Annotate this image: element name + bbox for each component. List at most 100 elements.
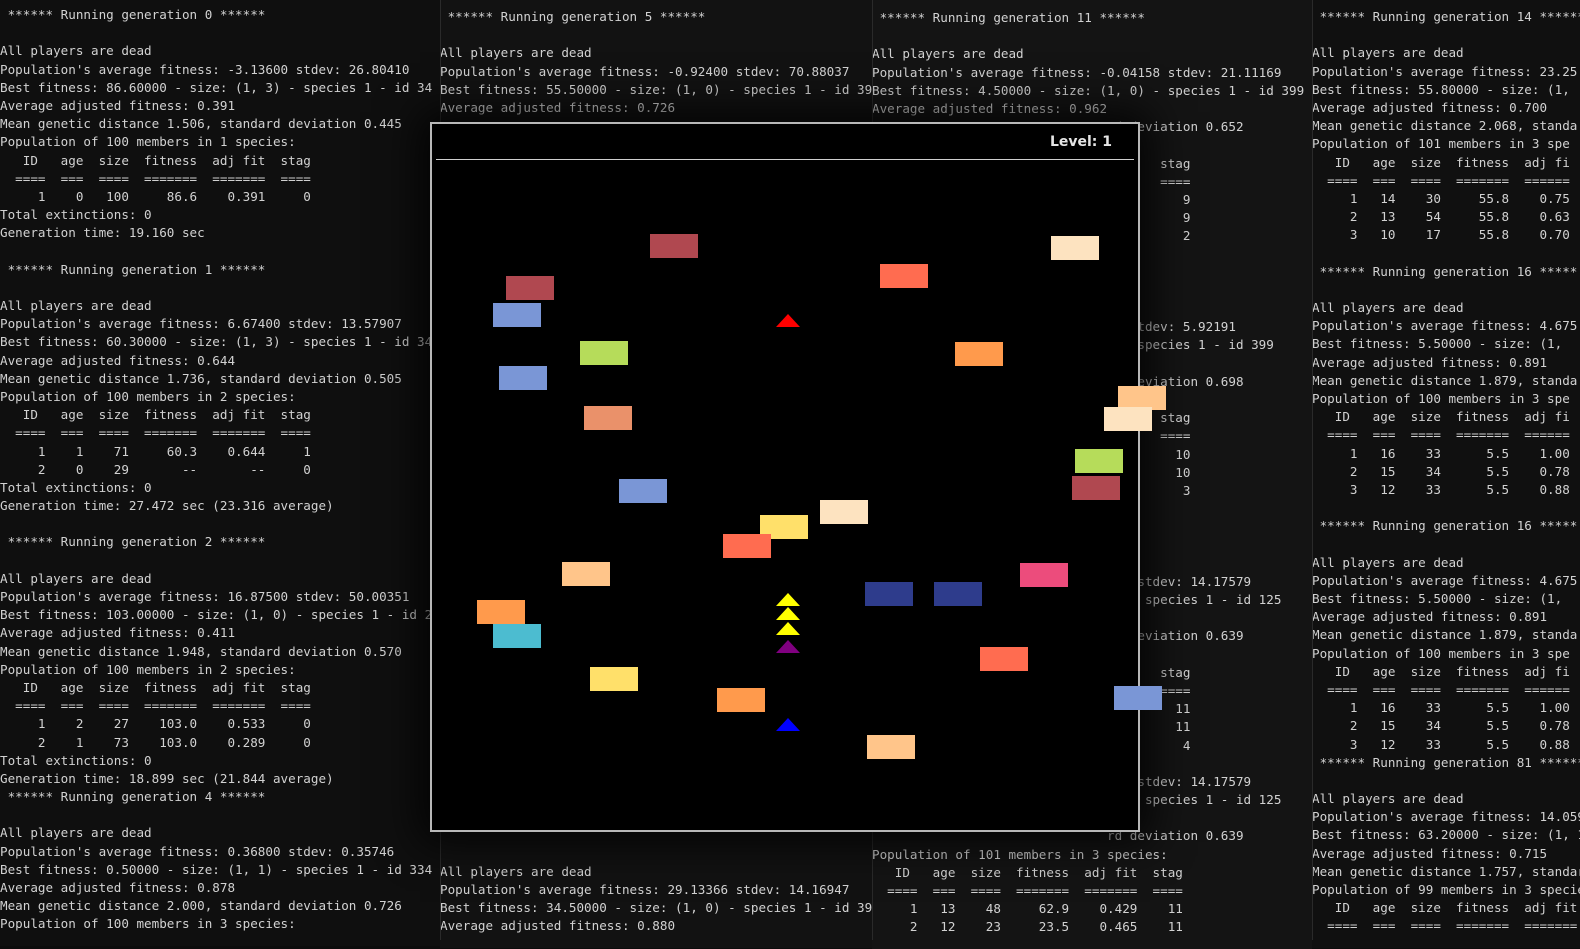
terminal-line: Best fitness: 55.80000 - size: (1, bbox=[1312, 81, 1570, 97]
obstacle-block bbox=[955, 342, 1003, 366]
terminal-line: 2 15 34 5.5 0.78 bbox=[1312, 718, 1570, 734]
terminal-line: ****** Running generation 1 ****** bbox=[0, 261, 266, 277]
obstacle-block bbox=[493, 303, 541, 327]
obstacle-block bbox=[865, 582, 913, 606]
player-triangle bbox=[776, 622, 800, 635]
terminal-line: Mean genetic distance 1.879, standa bbox=[1312, 372, 1578, 388]
terminal-line: ****** Running generation 81 ****** bbox=[1312, 754, 1580, 770]
terminal-line: ==== === ==== ======= ====== bbox=[1312, 172, 1570, 188]
hud-divider bbox=[436, 159, 1134, 160]
obstacle-block bbox=[1051, 236, 1099, 260]
terminal-line: ==== === ==== ======= ======= ==== bbox=[0, 170, 311, 186]
terminal-line: Population's average fitness: 14.059 bbox=[1312, 809, 1580, 825]
obstacle-block bbox=[650, 234, 698, 258]
terminal-line: Average adjusted fitness: 0.880 bbox=[440, 918, 676, 934]
terminal-window-1[interactable]: ****** Running generation 0 ****** All p… bbox=[0, 0, 440, 946]
terminal-line: ID age size fitness adj fi bbox=[1312, 663, 1570, 679]
terminal-line: ID age size fitness adj fit bbox=[1312, 900, 1578, 916]
terminal-line: Average adjusted fitness: 0.891 bbox=[1312, 609, 1548, 625]
terminal-line: 3 10 17 55.8 0.70 bbox=[1312, 227, 1570, 243]
terminal-line: ID age size fitness adj fit stag bbox=[0, 152, 311, 168]
terminal-line: Mean genetic distance 1.948, standard de… bbox=[0, 643, 402, 659]
terminal-line: ****** Running generation 5 ****** bbox=[440, 9, 706, 24]
terminal-line: Mean genetic distance 1.506, standard de… bbox=[0, 116, 402, 132]
obstacle-block bbox=[590, 667, 638, 691]
terminal-line: ****** Running generation 0 ****** bbox=[0, 7, 266, 22]
terminal-line: Generation time: 19.160 sec bbox=[0, 225, 205, 241]
obstacle-block bbox=[1104, 407, 1152, 431]
terminal-line: Best fitness: 55.50000 - size: (1, 0) - … bbox=[440, 81, 872, 97]
terminal-line: 2 0 29 -- -- 0 bbox=[0, 461, 311, 477]
terminal-line: ****** Running generation 16 ***** bbox=[1312, 518, 1578, 534]
terminal-line: Best fitness: 103.00000 - size: (1, 0) -… bbox=[0, 607, 433, 623]
terminal-line: Population of 100 members in 3 species: bbox=[0, 916, 296, 932]
obstacle-block bbox=[867, 735, 915, 759]
terminal-line: Population of 101 members in 3 species: bbox=[872, 846, 1168, 862]
terminal-line: Mean genetic distance 2.068, standa bbox=[1312, 118, 1578, 134]
terminal-line: ==== === ==== ======= ======= ==== bbox=[872, 883, 1183, 898]
terminal-line: Mean genetic distance 2.000, standard de… bbox=[0, 898, 402, 914]
player-triangle bbox=[776, 314, 800, 327]
terminal-line: Total extinctions: 0 bbox=[0, 752, 152, 768]
terminal-line: Population's average fitness: 23.25 bbox=[1312, 63, 1578, 79]
terminal-line: ==== === ==== ======= ====== bbox=[1312, 681, 1570, 697]
obstacle-block bbox=[820, 500, 868, 524]
terminal-line: Average adjusted fitness: 0.715 bbox=[1312, 845, 1548, 861]
terminal-line: All players are dead bbox=[0, 298, 152, 313]
terminal-window-4[interactable]: ****** Running generation 14 ****** All … bbox=[1312, 0, 1580, 948]
obstacle-block bbox=[1114, 686, 1162, 710]
terminal-line: 3 12 33 5.5 0.88 bbox=[1312, 481, 1570, 497]
terminal-line: ****** Running generation 4 ****** bbox=[0, 789, 266, 805]
terminal-line: ==== === ==== ======= ====== bbox=[1312, 427, 1570, 443]
player-triangle bbox=[776, 718, 800, 731]
player-triangle bbox=[776, 593, 800, 606]
terminal-line: ID age size fitness adj fit stag bbox=[872, 864, 1183, 880]
terminal-line: 2 15 34 5.5 0.78 bbox=[1312, 463, 1570, 479]
terminal-line: ID age size fitness adj fit stag bbox=[0, 407, 311, 423]
obstacle-block bbox=[477, 600, 525, 624]
terminal-line: All players are dead bbox=[1312, 791, 1464, 807]
terminal-line: Best fitness: 0.50000 - size: (1, 1) - s… bbox=[0, 861, 433, 877]
obstacle-block bbox=[580, 341, 628, 365]
terminal-line: 3 12 33 5.5 0.88 bbox=[1312, 736, 1570, 752]
terminal-line: Generation time: 18.899 sec (21.844 aver… bbox=[0, 770, 334, 786]
terminal-line: All players are dead bbox=[0, 825, 152, 841]
terminal-line: Population's average fitness: -3.13600 s… bbox=[0, 61, 410, 77]
game-window[interactable]: Level: 1 bbox=[430, 122, 1166, 832]
terminal-line: All players are dead bbox=[1312, 300, 1464, 315]
terminal-line: Average adjusted fitness: 0.700 bbox=[1312, 99, 1548, 115]
terminal-line: Total extinctions: 0 bbox=[0, 479, 152, 495]
obstacle-block bbox=[934, 582, 982, 606]
obstacle-block bbox=[717, 688, 765, 712]
terminal-line: All players are dead bbox=[440, 45, 592, 61]
terminal-line: Population of 100 members in 1 species: bbox=[0, 134, 296, 150]
terminal-line: Total extinctions: 0 bbox=[0, 207, 152, 223]
terminal-line: Mean genetic distance 1.879, standa bbox=[1312, 627, 1578, 643]
terminal-line: Mean genetic distance 1.736, standard de… bbox=[0, 370, 402, 386]
obstacle-block bbox=[1075, 449, 1123, 473]
terminal-line: 1 2 27 103.0 0.533 0 bbox=[0, 716, 311, 732]
terminal-line: ==== === ==== ======= ======= ==== bbox=[0, 698, 311, 714]
terminal-line: All players are dead bbox=[440, 863, 592, 879]
terminal-line: Best fitness: 86.60000 - size: (1, 3) - … bbox=[0, 79, 433, 95]
obstacle-block bbox=[499, 366, 547, 390]
terminal-line: Average adjusted fitness: 0.644 bbox=[0, 352, 236, 368]
player-triangle bbox=[776, 640, 800, 653]
terminal-line: Population's average fitness: -0.04158 s… bbox=[872, 64, 1282, 80]
terminal-line: Population of 100 members in 3 spe bbox=[1312, 645, 1570, 661]
terminal-line: Population's average fitness: 29.13366 s… bbox=[440, 882, 850, 897]
obstacle-block bbox=[493, 624, 541, 648]
terminal-line: 1 14 30 55.8 0.75 bbox=[1312, 190, 1570, 206]
terminal-line: 1 16 33 5.5 1.00 bbox=[1312, 445, 1570, 461]
terminal-line: Average adjusted fitness: 0.726 bbox=[440, 99, 676, 115]
terminal-line: ****** Running generation 11 ****** bbox=[872, 10, 1145, 25]
terminal-line: Best fitness: 4.50000 - size: (1, 0) - s… bbox=[872, 82, 1305, 98]
